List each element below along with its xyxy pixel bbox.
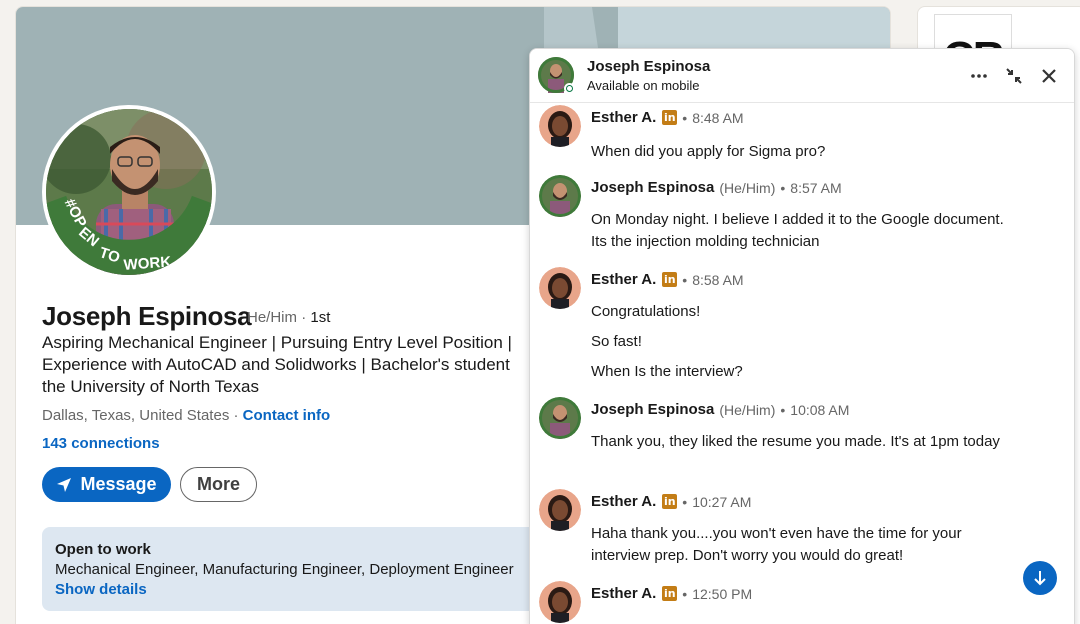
- message-meta: Esther A. in • 8:48 AM: [591, 109, 744, 126]
- message-text: When Is the interview?: [591, 363, 743, 380]
- message-text: Haha thank you....you won't even have th…: [591, 525, 962, 564]
- connections-link[interactable]: 143 connections: [42, 435, 160, 452]
- open-to-work-box: Open to work Mechanical Engineer, Manufa…: [42, 527, 562, 611]
- contact-info-link[interactable]: Contact info: [243, 407, 331, 424]
- more-button-label: More: [196, 474, 240, 494]
- open-to-work-roles: Mechanical Engineer, Manufacturing Engin…: [55, 561, 514, 578]
- separator-dot: •: [682, 493, 688, 510]
- linkedin-premium-icon: in: [662, 494, 678, 509]
- message-time: 8:48 AM: [692, 109, 744, 126]
- profile-location: Dallas, Texas, United States: [42, 407, 230, 424]
- profile-pronouns: He/Him: [247, 309, 298, 326]
- connection-degree: 1st: [310, 309, 331, 326]
- sender-avatar[interactable]: [539, 489, 581, 531]
- separator-dot: ·: [301, 309, 311, 326]
- more-options-icon[interactable]: [967, 64, 991, 88]
- message-meta: Esther A. in • 10:27 AM: [591, 493, 751, 510]
- sender-avatar[interactable]: [539, 175, 581, 217]
- profile-avatar[interactable]: #OP EN TO WORK: [42, 105, 216, 279]
- sender-name[interactable]: Esther A.: [591, 493, 656, 510]
- message-text: So fast!: [591, 333, 642, 350]
- message-button[interactable]: Message: [42, 467, 171, 502]
- sender-name[interactable]: Esther A.: [591, 109, 656, 126]
- message-meta: Joseph Espinosa (He/Him) • 8:57 AM: [591, 179, 842, 196]
- message-meta: Esther A. in • 12:50 PM: [591, 585, 752, 602]
- profile-location-row: Dallas, Texas, United States · Contact i…: [42, 407, 330, 424]
- message-time: 12:50 PM: [692, 585, 753, 602]
- linkedin-premium-icon: in: [662, 586, 678, 601]
- separator-dot: •: [682, 585, 688, 602]
- more-button[interactable]: More: [180, 467, 257, 502]
- sender-name[interactable]: Esther A.: [591, 271, 656, 288]
- message-list[interactable]: Esther A. in • 8:48 AM When did you apply fo…: [530, 103, 1074, 624]
- arrow-down-icon: [1034, 571, 1046, 586]
- profile-name: Joseph Espinosa: [42, 301, 252, 331]
- pronoun-degree: He/Him · 1st: [247, 309, 330, 326]
- close-icon[interactable]: [1037, 64, 1061, 88]
- message-text: Congratulations!: [591, 303, 701, 320]
- chat-contact-name[interactable]: Joseph Espinosa: [587, 58, 710, 75]
- sender-pronouns: (He/Him): [719, 179, 776, 196]
- sender-avatar[interactable]: [539, 397, 581, 439]
- message-time: 8:57 AM: [790, 179, 842, 196]
- message-time: 8:58 AM: [692, 271, 744, 288]
- linkedin-premium-icon: in: [662, 110, 678, 125]
- profile-photo: #OP EN TO WORK: [46, 109, 212, 275]
- show-details-link[interactable]: Show details: [55, 581, 549, 598]
- sender-name[interactable]: Esther A.: [591, 585, 656, 602]
- profile-headline: Aspiring Mechanical Engineer | Pursuing …: [42, 332, 547, 398]
- sender-avatar[interactable]: [539, 105, 581, 147]
- sender-pronouns: (He/Him): [719, 401, 776, 418]
- separator-dot: •: [780, 401, 786, 418]
- message-time: 10:08 AM: [790, 401, 850, 418]
- chat-header[interactable]: Joseph Espinosa Available on mobile: [530, 49, 1074, 103]
- headline-line: the University of North Texas: [42, 377, 259, 396]
- separator-dot: •: [780, 179, 786, 196]
- message-text: Thank you, they liked the resume you mad…: [591, 433, 1000, 450]
- online-status-icon: [564, 83, 575, 94]
- svg-text:WORK: WORK: [123, 254, 172, 274]
- separator-dot: ·: [233, 407, 243, 424]
- linkedin-premium-icon: in: [662, 272, 678, 287]
- chat-window: Joseph Espinosa Available on mobile Esth…: [529, 48, 1075, 624]
- minimize-icon[interactable]: [1002, 64, 1026, 88]
- headline-line: Experience with AutoCAD and Solidworks |…: [42, 355, 510, 374]
- message-meta: Joseph Espinosa (He/Him) • 10:08 AM: [591, 401, 849, 418]
- sender-avatar[interactable]: [539, 581, 581, 623]
- send-icon: [57, 477, 72, 492]
- message-button-label: Message: [80, 474, 157, 494]
- chat-contact-status: Available on mobile: [587, 78, 700, 93]
- sender-name[interactable]: Joseph Espinosa: [591, 401, 714, 418]
- message-text: When did you apply for Sigma pro?: [591, 143, 826, 160]
- message-text: On Monday night. I believe I added it to…: [591, 211, 1004, 250]
- message-meta: Esther A. in • 8:58 AM: [591, 271, 744, 288]
- headline-line: Aspiring Mechanical Engineer | Pursuing …: [42, 333, 512, 352]
- message-time: 10:27 AM: [692, 493, 752, 510]
- separator-dot: •: [682, 271, 688, 288]
- sender-avatar[interactable]: [539, 267, 581, 309]
- sender-name[interactable]: Joseph Espinosa: [591, 179, 714, 196]
- scroll-down-button[interactable]: [1023, 561, 1057, 595]
- open-to-work-title: Open to work: [55, 541, 151, 558]
- separator-dot: •: [682, 109, 688, 126]
